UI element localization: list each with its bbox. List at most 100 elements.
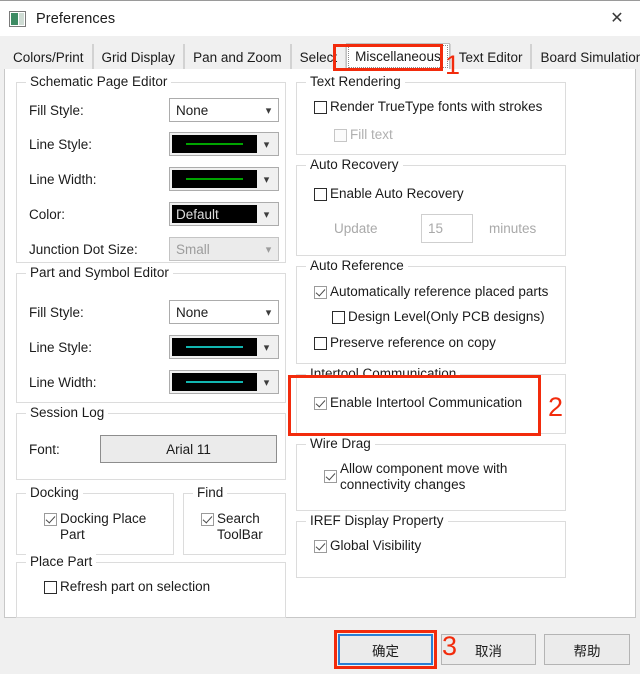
checkbox-docking-place-part[interactable]: Docking Place Part <box>44 511 164 543</box>
input-auto-recovery-minutes[interactable]: 15 <box>421 214 473 243</box>
cancel-button[interactable]: 取消 <box>441 634 536 665</box>
checkbox-box <box>314 337 327 350</box>
checkbox-label: Refresh part on selection <box>60 579 211 594</box>
chevron-down-icon: ▾ <box>263 341 270 354</box>
label-fill-style: Fill Style: <box>29 103 84 118</box>
label-update: Update <box>334 221 378 236</box>
chevron-down-icon: ▾ <box>263 376 270 389</box>
checkbox-label: Search ToolBar <box>217 511 263 542</box>
combo-part-line-width[interactable]: ▾ <box>169 370 279 394</box>
checkbox-enable-intertool-communication[interactable]: Enable Intertool Communication <box>314 395 522 411</box>
font-button[interactable]: Arial 11 <box>100 435 277 463</box>
group-legend: Wire Drag <box>306 436 375 451</box>
line-style-preview <box>172 135 257 153</box>
tab-colors-print[interactable]: Colors/Print <box>5 44 93 70</box>
checkbox-box <box>314 286 327 299</box>
help-button[interactable]: 帮助 <box>544 634 630 665</box>
group-intertool-communication: Intertool Communication Enable Intertool… <box>296 366 566 434</box>
tab-text-editor[interactable]: Text Editor <box>449 44 532 70</box>
checkbox-label: Enable Auto Recovery <box>330 186 464 201</box>
label-part-line-width: Line Width: <box>29 375 97 390</box>
group-legend: Place Part <box>26 554 97 569</box>
group-wire-drag: Wire Drag Allow component move with conn… <box>296 436 566 511</box>
combo-schematic-fill-style[interactable]: None ▾ <box>169 98 279 122</box>
checkbox-search-toolbar[interactable]: Search ToolBar <box>201 511 283 543</box>
group-legend: Find <box>193 485 228 500</box>
chevron-down-icon: ▾ <box>263 208 270 221</box>
label-line-width: Line Width: <box>29 172 97 187</box>
line-width-preview <box>172 170 257 188</box>
checkbox-box <box>314 188 327 201</box>
group-find: Find Search ToolBar <box>183 485 286 555</box>
checkbox-global-visibility[interactable]: Global Visibility <box>314 538 421 554</box>
tab-board-simulation[interactable]: Board Simulation <box>531 44 640 70</box>
combo-junction-dot-size[interactable]: Small ▾ <box>169 237 279 261</box>
label-junction-dot-size: Junction Dot Size: <box>29 242 138 257</box>
checkbox-design-level-only-pcb-designs[interactable]: Design Level(Only PCB designs) <box>332 309 545 325</box>
group-text-rendering: Text Rendering Render TrueType fonts wit… <box>296 74 566 155</box>
checkbox-refresh-part-on-selection[interactable]: Refresh part on selection <box>44 579 210 595</box>
group-legend: Auto Recovery <box>306 157 403 172</box>
chevron-down-icon: ▾ <box>263 173 270 186</box>
checkbox-label: Design Level(Only PCB designs) <box>348 309 545 324</box>
label-line-style: Line Style: <box>29 137 93 152</box>
group-iref-display-property: IREF Display Property Global Visibility <box>296 513 566 578</box>
group-legend: Schematic Page Editor <box>26 74 172 89</box>
label-part-line-style: Line Style: <box>29 340 93 355</box>
checkbox-box <box>324 470 337 483</box>
combo-part-fill-style[interactable]: None ▾ <box>169 300 279 324</box>
line-width-preview <box>172 373 257 391</box>
checkbox-box <box>314 397 327 410</box>
group-legend: IREF Display Property <box>306 513 448 528</box>
checkbox-label: Global Visibility <box>330 538 422 553</box>
checkbox-box <box>332 311 345 324</box>
label-part-fill-style: Fill Style: <box>29 305 84 320</box>
combo-schematic-line-width[interactable]: ▾ <box>169 167 279 191</box>
title-bar: Preferences ✕ <box>0 0 640 36</box>
checkbox-preserve-reference-on-copy[interactable]: Preserve reference on copy <box>314 335 496 351</box>
label-minutes: minutes <box>489 221 537 236</box>
close-icon[interactable]: ✕ <box>594 1 640 37</box>
chevron-down-icon: ▾ <box>265 243 272 256</box>
group-legend: Auto Reference <box>306 258 408 273</box>
tab-pan-and-zoom[interactable]: Pan and Zoom <box>184 44 291 70</box>
group-docking: Docking Docking Place Part <box>16 485 174 555</box>
combo-value: None <box>176 102 209 118</box>
checkbox-label: Allow component move with connectivity c… <box>340 461 508 492</box>
miscellaneous-page: Schematic Page Editor Fill Style: None ▾… <box>4 69 636 618</box>
color-preview: Default <box>172 205 257 223</box>
tab-strip: Colors/Print Grid Display Pan and Zoom S… <box>0 43 640 70</box>
checkbox-box <box>334 129 347 142</box>
checkbox-label: Docking Place Part <box>60 511 147 542</box>
group-legend: Part and Symbol Editor <box>26 265 173 280</box>
combo-schematic-color[interactable]: Default ▾ <box>169 202 279 226</box>
checkbox-render-truetype-fonts[interactable]: Render TrueType fonts with strokes <box>314 99 542 115</box>
checkbox-enable-auto-recovery[interactable]: Enable Auto Recovery <box>314 186 464 202</box>
app-icon <box>9 10 26 27</box>
checkbox-box <box>314 540 327 553</box>
ok-button[interactable]: 确定 <box>338 634 433 665</box>
chevron-down-icon: ▾ <box>265 306 272 319</box>
checkbox-automatically-reference-placed-parts[interactable]: Automatically reference placed parts <box>314 284 548 300</box>
tab-grid-display[interactable]: Grid Display <box>92 44 185 70</box>
tab-select[interactable]: Select <box>290 44 347 70</box>
preferences-dialog: Preferences ✕ Colors/Print Grid Display … <box>0 0 640 674</box>
label-color: Color: <box>29 207 66 222</box>
window-title: Preferences <box>36 10 116 27</box>
checkbox-box <box>44 581 57 594</box>
combo-value: Small <box>176 241 210 257</box>
chevron-down-icon: ▾ <box>265 104 272 117</box>
combo-schematic-line-style[interactable]: ▾ <box>169 132 279 156</box>
tab-miscellaneous[interactable]: Miscellaneous <box>346 43 450 70</box>
checkbox-label: Fill text <box>350 127 393 142</box>
group-auto-recovery: Auto Recovery Enable Auto Recovery Updat… <box>296 157 566 256</box>
checkbox-label: Automatically reference placed parts <box>330 284 549 299</box>
checkbox-fill-text[interactable]: Fill text <box>334 127 393 143</box>
group-legend: Docking <box>26 485 83 500</box>
line-style-preview <box>172 338 257 356</box>
combo-part-line-style[interactable]: ▾ <box>169 335 279 359</box>
checkbox-allow-component-move[interactable]: Allow component move with connectivity c… <box>324 461 534 493</box>
chevron-down-icon: ▾ <box>263 138 270 151</box>
checkbox-label: Preserve reference on copy <box>330 335 496 350</box>
combo-value: None <box>176 304 209 320</box>
